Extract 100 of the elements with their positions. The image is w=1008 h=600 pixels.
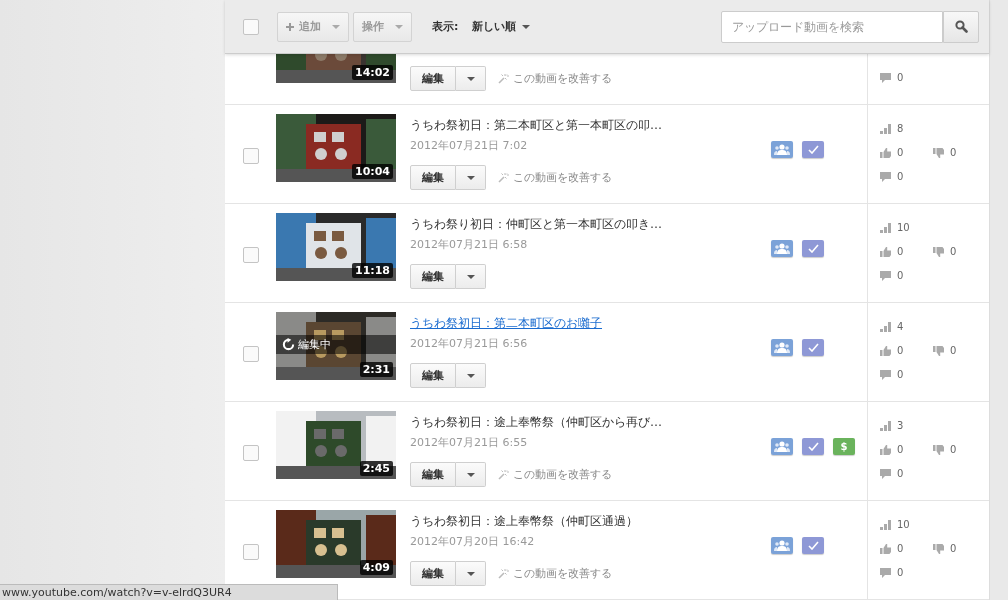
bar-chart-icon: [880, 519, 891, 530]
edit-button[interactable]: 編集: [410, 561, 456, 586]
upload-date: 2012年07月21日 6:58: [410, 238, 529, 252]
duration-label: 4:09: [359, 560, 393, 575]
improve-video-link[interactable]: この動画を改善する: [498, 566, 612, 581]
status-bar: www.youtube.com/watch?v=v-elrdQ3UR4: [0, 584, 338, 600]
upload-date: 2012年07月21日 7:02: [410, 139, 529, 153]
checked-badge[interactable]: [802, 536, 824, 554]
likes-count: 0: [880, 345, 933, 356]
duration-label: 2:45: [359, 461, 393, 476]
search-button[interactable]: [943, 10, 979, 43]
comments-count: 0: [880, 171, 904, 182]
magic-wand-icon: [498, 172, 509, 183]
views-count: 10: [880, 519, 910, 530]
likes-count: 0: [880, 444, 933, 455]
caret-icon: [466, 373, 475, 378]
bar-chart-icon: [880, 123, 891, 134]
row-checkbox[interactable]: [242, 544, 259, 560]
public-badge[interactable]: [771, 140, 793, 158]
edit-dropdown-button[interactable]: [456, 66, 486, 91]
improve-video-link[interactable]: この動画を改善する: [498, 467, 612, 482]
plus-icon: [286, 22, 294, 31]
views-count: 10: [880, 222, 910, 233]
bar-chart-icon: [880, 321, 891, 332]
people-icon: [774, 242, 790, 254]
duration-label: 11:18: [352, 263, 393, 278]
checked-badge[interactable]: [802, 140, 824, 158]
thumbs-up-icon: [880, 147, 891, 158]
edit-button[interactable]: 編集: [410, 264, 456, 289]
magic-wand-icon: [498, 568, 509, 579]
thumbs-down-icon: [933, 543, 944, 554]
edit-dropdown-button[interactable]: [456, 165, 486, 190]
bar-chart-icon: [880, 222, 891, 233]
edit-dropdown-button[interactable]: [456, 363, 486, 388]
refresh-icon: [282, 338, 295, 351]
edit-button[interactable]: 編集: [410, 66, 456, 91]
comment-icon: [880, 171, 891, 182]
magic-wand-icon: [498, 469, 509, 480]
upload-date: 2012年07月21日 6:56: [410, 337, 529, 351]
comments-count: 0: [880, 270, 904, 281]
check-icon: [807, 441, 819, 451]
thumbs-up-icon: [880, 246, 891, 257]
edit-button[interactable]: 編集: [410, 363, 456, 388]
thumbs-up-icon: [880, 444, 891, 455]
caret-icon: [466, 175, 475, 180]
comment-icon: [880, 72, 891, 83]
views-count: 3: [880, 420, 904, 431]
public-badge[interactable]: [771, 338, 793, 356]
sort-label: 表示:: [432, 19, 459, 34]
likes-count: 0: [880, 246, 933, 257]
checked-badge[interactable]: [802, 437, 824, 455]
processing-label: 編集中: [298, 337, 331, 352]
search-field[interactable]: アップロード動画を検索: [721, 10, 943, 43]
video-title-link[interactable]: うちわ祭初日：第二本町区のお囃子: [410, 315, 760, 331]
people-icon: [774, 440, 790, 452]
public-badge[interactable]: [771, 437, 793, 455]
row-checkbox[interactable]: [242, 445, 259, 461]
video-title-link[interactable]: うちわ祭初日：途上奉幣祭（仲町区通過）: [410, 513, 760, 529]
people-icon: [774, 539, 790, 551]
edit-dropdown-button[interactable]: [456, 561, 486, 586]
likes-count: 0: [880, 543, 933, 554]
select-all-checkbox[interactable]: [243, 18, 259, 35]
row-checkbox[interactable]: [242, 148, 259, 164]
edit-button[interactable]: 編集: [410, 462, 456, 487]
caret-icon: [466, 472, 475, 477]
improve-video-link[interactable]: この動画を改善する: [498, 71, 612, 86]
comments-count: 0: [880, 567, 904, 578]
check-icon: [807, 540, 819, 550]
comments-count: 0: [880, 468, 904, 479]
caret-icon: [395, 24, 403, 29]
bar-chart-icon: [880, 420, 891, 431]
check-icon: [807, 342, 819, 352]
comments-count: 0: [880, 72, 904, 83]
duration-label: 2:31: [359, 362, 393, 377]
thumbs-down-icon: [933, 444, 944, 455]
comments-count: 0: [880, 369, 904, 380]
row-checkbox[interactable]: [242, 247, 259, 263]
upload-date: 2012年07月20日 16:42: [410, 535, 536, 549]
video-title-link[interactable]: うちわ祭り初日：仲町区と第一本町区の叩き…: [410, 216, 760, 232]
checked-badge[interactable]: [802, 239, 824, 257]
comment-icon: [880, 468, 891, 479]
improve-video-link[interactable]: この動画を改善する: [498, 170, 612, 185]
video-title-link[interactable]: うちわ祭初日：途上奉幣祭（仲町区から再び…: [410, 414, 760, 430]
public-badge[interactable]: [771, 536, 793, 554]
public-badge[interactable]: [771, 239, 793, 257]
row-checkbox[interactable]: [242, 346, 259, 362]
dislikes-count: 0: [933, 543, 957, 554]
thumbs-down-icon: [933, 345, 944, 356]
sort-dropdown[interactable]: 新しい順: [468, 19, 535, 34]
thumbs-up-icon: [880, 345, 891, 356]
views-count: 8: [880, 123, 904, 134]
video-title-link[interactable]: うちわ祭初日：第二本町区と第一本町区の叩…: [410, 117, 760, 133]
dislikes-count: 0: [933, 147, 957, 158]
edit-dropdown-button[interactable]: [456, 264, 486, 289]
edit-dropdown-button[interactable]: [456, 462, 486, 487]
caret-icon: [466, 274, 475, 279]
checked-badge[interactable]: [802, 338, 824, 356]
caret-icon: [466, 571, 475, 576]
magic-wand-icon: [498, 73, 509, 84]
edit-button[interactable]: 編集: [410, 165, 456, 190]
